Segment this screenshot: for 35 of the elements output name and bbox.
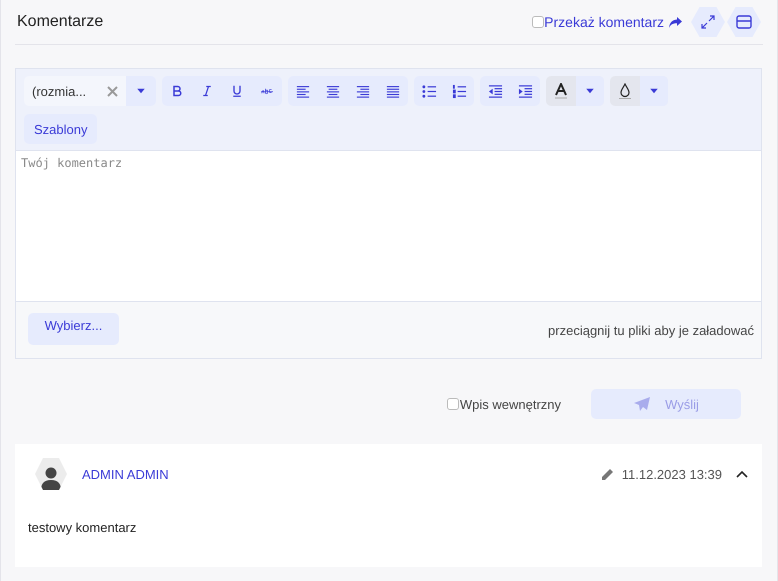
choose-files-button[interactable]: Wybierz... [28, 313, 119, 345]
bullet-list-icon [422, 84, 436, 98]
background-color-icon [617, 83, 633, 99]
templates-button[interactable]: Szablony [24, 114, 98, 144]
bold-icon [171, 85, 183, 97]
comment-date: 11.12.2023 13:39 [622, 466, 722, 482]
comment-text: testowy komentarz [28, 520, 138, 535]
forward-comment-link[interactable]: Przekaż komentarz [544, 14, 683, 30]
paper-plane-icon [633, 396, 652, 412]
comment-field[interactable]: Twój komentarz [16, 151, 761, 301]
expand-icon [700, 14, 716, 30]
numbered-list-icon [452, 84, 466, 98]
text-color-dropdown[interactable] [576, 76, 604, 106]
panel-title: Komentarze [17, 13, 104, 31]
justify-icon [386, 84, 400, 98]
collapse-icon[interactable] [736, 470, 748, 478]
underline-icon [231, 85, 243, 97]
italic-icon [201, 85, 213, 97]
share-arrow-icon [668, 16, 683, 28]
edit-icon[interactable] [600, 468, 614, 480]
text-color-icon [553, 83, 569, 99]
background-color-dropdown[interactable] [640, 76, 668, 106]
drop-hint: przeciągnij tu pliki aby je załadować [548, 322, 754, 338]
internal-label: Wpis wewnętrzny [460, 396, 561, 412]
outdent-icon [488, 84, 502, 98]
align-left-icon [296, 84, 310, 98]
internal-checkbox[interactable] [446, 398, 459, 410]
align-center-icon [326, 84, 340, 98]
clear-icon[interactable] [107, 86, 118, 96]
comment-author[interactable]: ADMIN ADMIN [82, 466, 601, 482]
align-right-icon [356, 84, 370, 98]
font-size-field[interactable]: (rozmia... [24, 76, 126, 106]
forward-checkbox[interactable] [532, 16, 544, 28]
indent-icon [518, 84, 532, 98]
layout-icon [736, 15, 752, 29]
